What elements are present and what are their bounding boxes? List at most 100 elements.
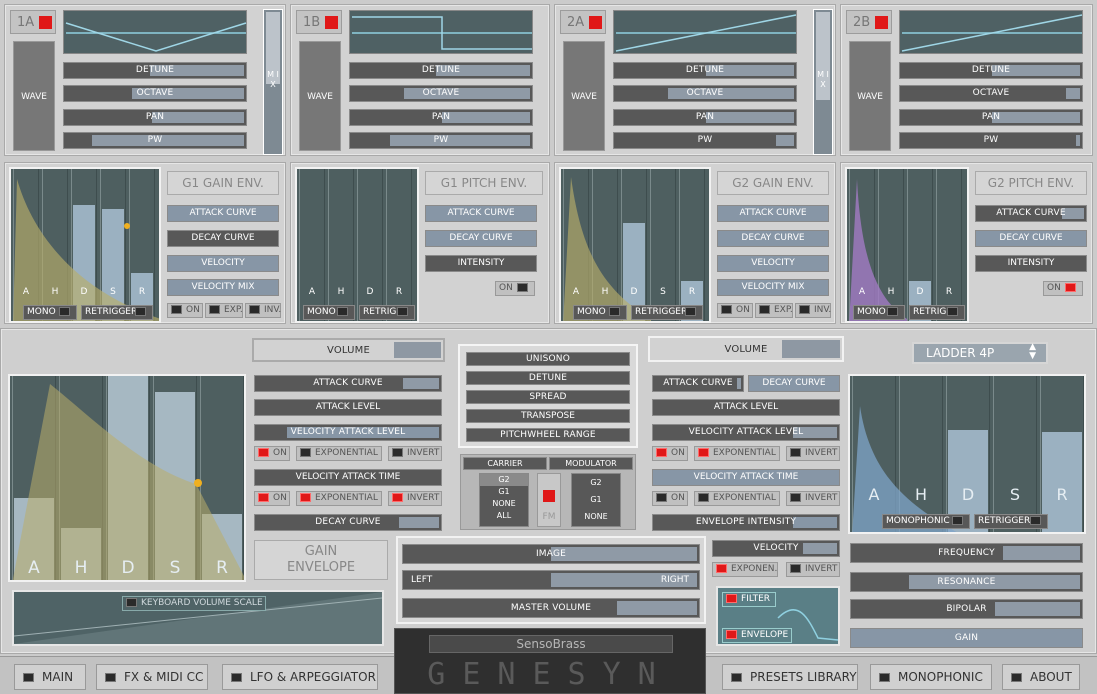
g2-pitch-mono[interactable]: MONO [853,305,905,320]
osc-1a-pw[interactable]: PW [63,132,247,149]
carrier-selector[interactable]: G2 G1 NONE ALL [479,473,529,527]
g2-gain-exp-toggle[interactable]: EXP. [755,303,793,318]
g2-gain-velocity[interactable]: VELOCITY [717,255,829,272]
g1-gain-velocity-mix[interactable]: VELOCITY MIX [167,279,279,296]
g1-pitch-on-toggle[interactable]: ON [495,281,535,296]
filter-velocity-exponential[interactable]: EXPONEN. [712,562,778,577]
osc-1a-enable[interactable] [39,16,52,29]
osc-1b-detune[interactable]: DETUNE [349,62,533,79]
filter-vat-exponential[interactable]: EXPONENTIAL [694,491,780,506]
g2-gain-velocity-mix[interactable]: VELOCITY MIX [717,279,829,296]
g1-pitch-retrig[interactable]: RETRIG. [359,305,415,320]
g2-gain-mono[interactable]: MONO [573,305,627,320]
filter-gain[interactable]: GAIN [850,628,1083,648]
g1-gain-decay-curve[interactable]: DECAY CURVE [167,230,279,247]
g1-gain-exp-toggle[interactable]: EXP. [205,303,243,318]
tab-lfo-arpeggiator[interactable]: LFO & ARPEGGIATOR [222,664,378,690]
filter-envelope-intensity[interactable]: ENVELOPE INTENSITY [652,514,840,531]
tab-fx-midi-cc[interactable]: FX & MIDI CC [96,664,208,690]
gain-velocity-attack-level[interactable]: VELOCITY ATTACK LEVEL [254,424,442,441]
pitchwheel-range-slider[interactable]: PITCHWHEEL RANGE [466,428,630,442]
filter-velocity-attack-time[interactable]: VELOCITY ATTACK TIME [652,469,840,486]
osc-1b-pw[interactable]: PW [349,132,533,149]
left-right-balance[interactable]: LEFT RIGHT [402,570,700,590]
filter-envelope-graph[interactable]: AHDSR MONOPHONIC RETRIGGER [848,374,1086,534]
osc-2a-enable[interactable] [589,16,602,29]
g2-pitch-retrig[interactable]: RETRIG. [909,305,965,320]
filter-frequency[interactable]: FREQUENCY [850,543,1083,563]
g1-gain-on-toggle[interactable]: ON [167,303,203,318]
g1-pitch-intensity[interactable]: INTENSITY [425,255,537,272]
filter-val-invert[interactable]: INVERT [786,446,840,461]
osc-1b-enable[interactable] [325,16,338,29]
gain-attack-curve[interactable]: ATTACK CURVE [254,375,442,392]
g2-gain-attack-curve[interactable]: ATTACK CURVE [717,205,829,222]
filter-bipolar[interactable]: BIPOLAR [850,599,1083,619]
filter-type-select[interactable]: LADDER 4P ▲ ▼ [912,342,1048,364]
g2-pitch-env-graph[interactable]: AHDR MONO RETRIG. [845,167,969,323]
g1-gain-attack-curve[interactable]: ATTACK CURVE [167,205,279,222]
modulator-selector[interactable]: G2 G1 NONE [571,473,621,527]
gain-val-on[interactable]: ON [254,446,290,461]
osc-1a-detune[interactable]: DETUNE [63,62,247,79]
osc-1b-octave[interactable]: OCTAVE [349,85,533,102]
envelope-route-toggle[interactable]: ENVELOPE [722,628,792,643]
g1-pitch-env-graph[interactable]: AHDR MONO RETRIG. [295,167,419,323]
osc-2b-pan[interactable]: PAN [899,109,1083,126]
osc-2b-wave-button[interactable]: WAVE [849,41,891,151]
filter-decay-curve[interactable]: DECAY CURVE [748,375,840,392]
osc-2b-octave[interactable]: OCTAVE [899,85,1083,102]
osc-1a-octave[interactable]: OCTAVE [63,85,247,102]
gain-vat-exponential[interactable]: EXPONENTIAL [296,491,382,506]
transpose-slider[interactable]: TRANSPOSE [466,409,630,423]
filter-velocity[interactable]: VELOCITY [712,540,840,557]
osc-2a-wave-button[interactable]: WAVE [563,41,605,151]
osc-1b-pan[interactable]: PAN [349,109,533,126]
osc-1a-wave-button[interactable]: WAVE [13,41,55,151]
osc-2b-detune[interactable]: DETUNE [899,62,1083,79]
g2-gain-retrigger[interactable]: RETRIGGER [631,305,703,320]
filter-retrigger[interactable]: RETRIGGER [974,514,1048,529]
preset-name[interactable]: SensoBrass [429,635,673,653]
g1-gain-retrigger[interactable]: RETRIGGER [81,305,153,320]
g2-gain-decay-curve[interactable]: DECAY CURVE [717,230,829,247]
gain-volume[interactable]: VOLUME [252,338,445,362]
tab-main[interactable]: MAIN [14,664,86,690]
filter-volume[interactable]: VOLUME [648,336,844,362]
g2-gain-env-graph[interactable]: AHDSR MONO RETRIGGER [559,167,711,323]
filter-val-on[interactable]: ON [652,446,688,461]
gain-attack-level[interactable]: ATTACK LEVEL [254,399,442,416]
filter-attack-curve[interactable]: ATTACK CURVE [652,375,744,392]
g2-pitch-intensity[interactable]: INTENSITY [975,255,1087,272]
gain-envelope-graph[interactable]: AHDSR [8,374,246,582]
g2-pitch-decay-curve[interactable]: DECAY CURVE [975,230,1087,247]
filter-vat-invert[interactable]: INVERT [786,491,840,506]
gain-vat-on[interactable]: ON [254,491,290,506]
g1-pitch-attack-curve[interactable]: ATTACK CURVE [425,205,537,222]
gain-vat-invert[interactable]: INVERT [388,491,442,506]
master-volume-slider[interactable]: MASTER VOLUME [402,598,700,618]
gain-val-invert[interactable]: INVERT [388,446,442,461]
stereo-image-slider[interactable]: IMAGE [402,544,700,564]
g1-gain-velocity[interactable]: VELOCITY [167,255,279,272]
unisono-slider[interactable]: UNISONO [466,352,630,366]
g1-pitch-decay-curve[interactable]: DECAY CURVE [425,230,537,247]
osc-1-mix-slider[interactable]: M I X [263,9,283,155]
g2-gain-on-toggle[interactable]: ON [717,303,753,318]
filter-resonance[interactable]: RESONANCE [850,572,1083,592]
osc-2a-pw[interactable]: PW [613,132,797,149]
osc-2a-pan[interactable]: PAN [613,109,797,126]
g1-gain-env-graph[interactable]: AHDSR MONO RETRIGGER [9,167,161,323]
g2-gain-inv-toggle[interactable]: INV. [795,303,831,318]
filter-velocity-attack-level[interactable]: VELOCITY ATTACK LEVEL [652,424,840,441]
keyboard-volume-scale[interactable]: KEYBOARD VOLUME SCALE [12,590,384,646]
filter-attack-level[interactable]: ATTACK LEVEL [652,399,840,416]
keyboard-volume-scale-toggle[interactable]: KEYBOARD VOLUME SCALE [122,596,266,611]
filter-vat-on[interactable]: ON [652,491,688,506]
osc-2b-pw[interactable]: PW [899,132,1083,149]
filter-velocity-invert[interactable]: INVERT [786,562,840,577]
g1-gain-inv-toggle[interactable]: INV. [245,303,281,318]
osc-2a-octave[interactable]: OCTAVE [613,85,797,102]
gain-decay-curve[interactable]: DECAY CURVE [254,514,442,531]
osc-1b-wave-button[interactable]: WAVE [299,41,341,151]
